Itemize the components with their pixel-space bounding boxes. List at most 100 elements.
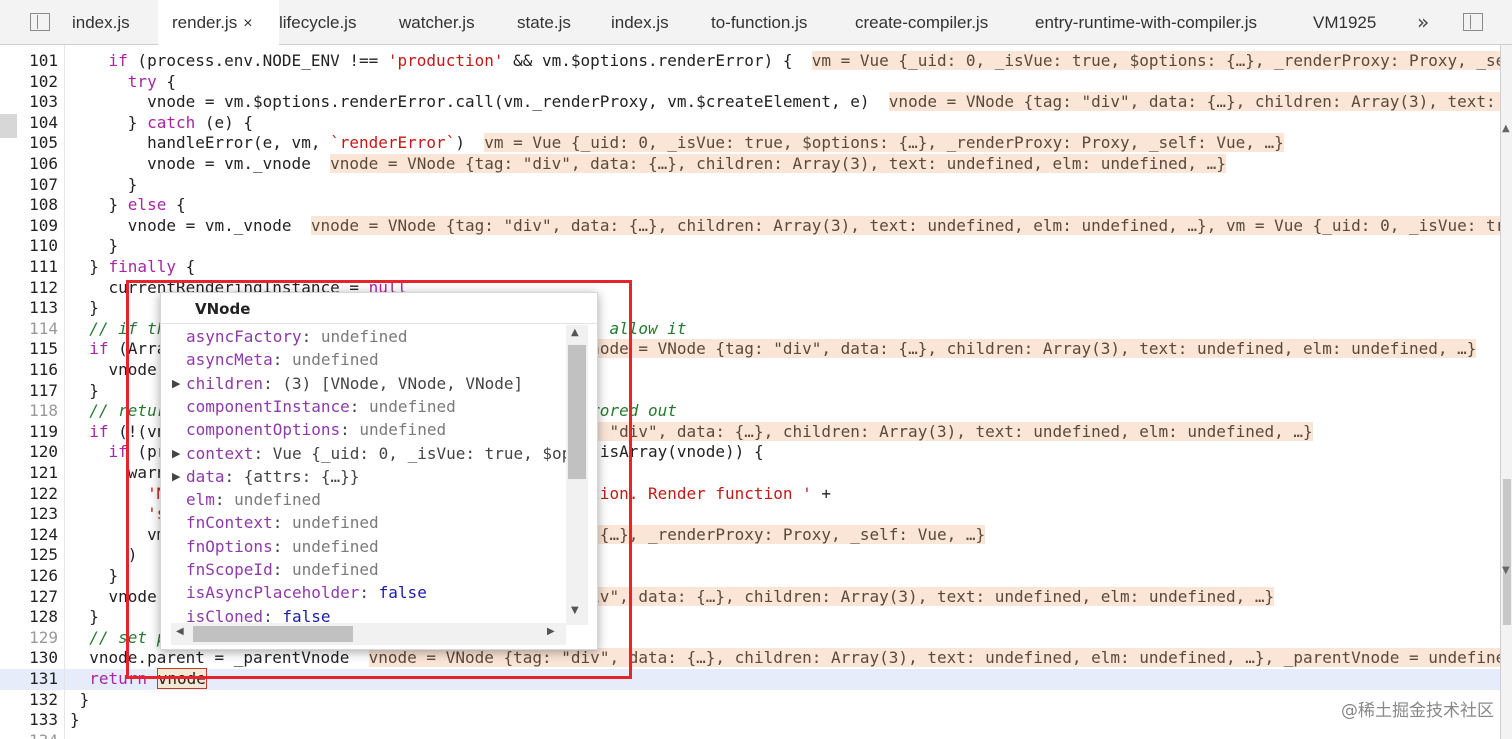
property-row[interactable]: ▶ data: {attrs: {…}} xyxy=(161,465,561,488)
line-number[interactable]: 134 xyxy=(20,731,58,739)
expand-arrow-icon[interactable]: ▶ xyxy=(172,442,180,465)
line-number[interactable]: 116 xyxy=(20,360,58,381)
property-row[interactable]: fnScopeId: undefined xyxy=(161,558,561,581)
popover-hscroll-thumb[interactable] xyxy=(193,626,353,642)
code-text: } finally { xyxy=(70,257,196,276)
scroll-left-icon[interactable]: ◀ xyxy=(176,626,184,637)
line-number[interactable]: 132 xyxy=(20,690,58,711)
property-row[interactable]: ▶ context: Vue {_uid: 0, _isVue: true, $o… xyxy=(161,442,571,465)
expand-arrow-icon[interactable]: ▶ xyxy=(172,465,180,488)
property-colon: : xyxy=(272,513,292,533)
code-line[interactable]: 105 handleError(e, vm, `renderError`) vm… xyxy=(0,133,1500,154)
tab-to-function-js[interactable]: to-function.js xyxy=(697,0,841,45)
line-number[interactable]: 123 xyxy=(20,504,58,525)
property-row[interactable]: ▶ children: (3) [VNode, VNode, VNode] xyxy=(161,372,561,395)
line-number[interactable]: 130 xyxy=(20,648,58,669)
tab-watcher-js[interactable]: watcher.js xyxy=(385,0,499,45)
line-number[interactable]: 106 xyxy=(20,154,58,175)
property-row[interactable]: isAsyncPlaceholder: false xyxy=(161,581,561,604)
code-line[interactable]: 106 vnode = vm._vnode vnode = VNode {tag… xyxy=(0,154,1500,175)
line-number[interactable]: 115 xyxy=(20,339,58,360)
code-line[interactable]: 110 } xyxy=(0,236,1500,257)
line-number[interactable]: 131 xyxy=(20,669,58,690)
line-number[interactable]: 119 xyxy=(20,422,58,443)
code-text: vnode = vm.$options.renderError.call(vm.… xyxy=(70,92,1500,113)
property-name: fnOptions xyxy=(186,536,273,556)
property-name: fnContext xyxy=(186,513,273,533)
code-line[interactable]: 131 return vnode xyxy=(0,668,1500,690)
toggle-debugger-icon[interactable] xyxy=(1463,13,1483,31)
tab-create-compiler-js[interactable]: create-compiler.js xyxy=(841,0,1020,45)
line-number[interactable]: 101 xyxy=(20,51,58,72)
toggle-navigator-icon[interactable] xyxy=(30,13,50,31)
tab-render-js[interactable]: render.js × xyxy=(158,0,279,45)
tab-lifecycle-js[interactable]: lifecycle.js xyxy=(265,0,389,45)
code-line[interactable]: 133} xyxy=(0,710,1500,731)
property-row[interactable]: asyncMeta: undefined xyxy=(161,348,561,371)
line-number[interactable]: 128 xyxy=(20,607,58,628)
line-number[interactable]: 113 xyxy=(20,298,58,319)
code-line[interactable]: 134 xyxy=(0,731,1500,739)
line-number[interactable]: 111 xyxy=(20,257,58,278)
close-tab-icon[interactable]: × xyxy=(243,15,252,32)
property-row[interactable]: elm: undefined xyxy=(161,488,561,511)
property-key: fnOptions: undefined xyxy=(186,535,379,558)
scroll-right-icon[interactable]: ▶ xyxy=(547,626,555,637)
code-line[interactable]: 132 } xyxy=(0,690,1500,711)
code-text: } xyxy=(70,710,80,730)
tab-vm1925[interactable]: VM1925 xyxy=(1299,0,1379,45)
line-number[interactable]: 129 xyxy=(20,628,58,649)
line-number[interactable]: 124 xyxy=(20,525,58,546)
line-number[interactable]: 126 xyxy=(20,566,58,587)
code-line[interactable]: 101 if (process.env.NODE_ENV !== 'produc… xyxy=(0,51,1500,72)
property-row[interactable]: fnOptions: undefined xyxy=(161,535,561,558)
line-number[interactable]: 110 xyxy=(20,236,58,257)
line-number[interactable]: 117 xyxy=(20,381,58,402)
tab-index-js[interactable]: index.js xyxy=(597,0,693,45)
scrollbar-thumb[interactable] xyxy=(1503,479,1511,625)
scroll-down-icon[interactable]: ▼ xyxy=(571,605,579,616)
popover-horizontal-scrollbar[interactable]: ◀ ▶ xyxy=(171,623,566,645)
code-line[interactable]: 104 } catch (e) { xyxy=(0,113,1500,134)
code-line[interactable]: 103 vnode = vm.$options.renderError.call… xyxy=(0,92,1500,113)
code-text: } xyxy=(70,236,119,256)
scroll-up-icon[interactable]: ▲ xyxy=(571,327,579,338)
line-number[interactable]: 103 xyxy=(20,92,58,113)
tab-state-js[interactable]: state.js xyxy=(503,0,597,45)
code-line[interactable]: 130 vnode.parent = _parentVnode vnode = … xyxy=(0,648,1500,669)
code-line[interactable]: 107 } xyxy=(0,175,1500,196)
line-number[interactable]: 102 xyxy=(20,72,58,93)
scroll-down-icon[interactable]: ▼ xyxy=(1502,565,1510,576)
line-number[interactable]: 108 xyxy=(20,195,58,216)
line-number[interactable]: 133 xyxy=(20,710,58,731)
property-row[interactable]: asyncFactory: undefined xyxy=(161,325,561,348)
line-number[interactable]: 127 xyxy=(20,587,58,608)
line-number[interactable]: 109 xyxy=(20,216,58,237)
property-row[interactable]: fnContext: undefined xyxy=(161,511,561,534)
code-line[interactable]: 111 } finally { xyxy=(0,257,1500,278)
property-colon: : xyxy=(214,490,235,510)
line-number[interactable]: 120 xyxy=(20,442,58,463)
scroll-up-icon[interactable]: ▲ xyxy=(1502,123,1510,134)
line-number[interactable]: 118 xyxy=(20,401,58,422)
line-number[interactable]: 114 xyxy=(20,319,58,340)
code-line[interactable]: 108 } else { xyxy=(0,195,1500,216)
tab-index-js[interactable]: index.js xyxy=(58,0,158,45)
popover-scroll-thumb[interactable] xyxy=(568,345,586,479)
line-number[interactable]: 107 xyxy=(20,175,58,196)
line-number[interactable]: 105 xyxy=(20,133,58,154)
line-number[interactable]: 125 xyxy=(20,545,58,566)
code-line[interactable]: 102 try { xyxy=(0,72,1500,93)
line-number[interactable]: 121 xyxy=(20,463,58,484)
tab-entry-runtime-with-compiler-js[interactable]: entry-runtime-with-compiler.js xyxy=(1021,0,1300,45)
code-line[interactable]: 109 vnode = vm._vnode vnode = VNode {tag… xyxy=(0,215,1500,237)
line-number[interactable]: 104 xyxy=(20,113,58,134)
editor-scrollbar[interactable]: ▲ ▼ xyxy=(1500,45,1512,739)
more-tabs-icon[interactable]: » xyxy=(1417,0,1429,45)
property-row[interactable]: componentInstance: undefined xyxy=(161,395,561,418)
expand-arrow-icon[interactable]: ▶ xyxy=(172,372,180,395)
property-row[interactable]: componentOptions: undefined xyxy=(161,418,561,441)
line-number[interactable]: 122 xyxy=(20,484,58,505)
line-number[interactable]: 112 xyxy=(20,278,58,299)
popover-vertical-scrollbar[interactable]: ▲ ▼ xyxy=(566,325,588,625)
